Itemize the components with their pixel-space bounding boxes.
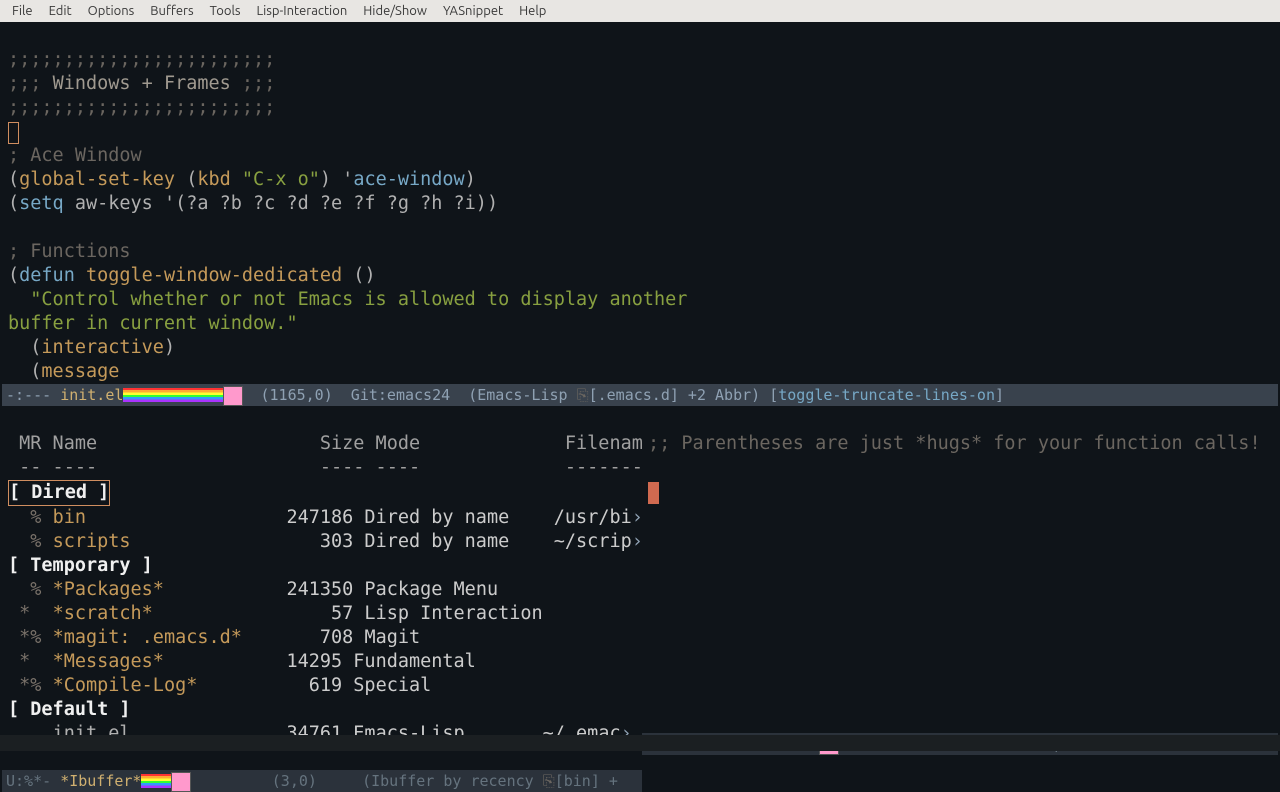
code-line: ;;; Windows + Frames ;;; — [8, 73, 275, 94]
menu-tools[interactable]: Tools — [202, 0, 249, 23]
scratch-line: ;; Parentheses are just *hugs* for your … — [648, 433, 1261, 454]
scratch-window[interactable]: ;; Parentheses are just *hugs* for your … — [642, 406, 1278, 733]
menu-buffers[interactable]: Buffers — [142, 0, 201, 23]
menu-hide-show[interactable]: Hide/Show — [355, 0, 435, 23]
code-line: (defun toggle-window-dedicated () — [8, 265, 376, 286]
modeline-ibuffer[interactable]: U:%*- *Ibuffer* (3,0) (Ibuffer by recenc… — [2, 770, 642, 792]
menu-yasnippet[interactable]: YASnippet — [435, 0, 511, 23]
menu-file[interactable]: File — [4, 0, 41, 23]
code-line: (setq aw-keys '(?a ?b ?c ?d ?e ?f ?g ?h … — [8, 193, 498, 214]
code-line: (interactive) — [8, 337, 175, 358]
code-line: ;;;;;;;;;;;;;;;;;;;;;;;; — [8, 49, 275, 70]
cursor — [8, 122, 19, 144]
ibuffer-row[interactable]: *% *magit: .emacs.d* 708 Magit — [8, 627, 420, 648]
cursor — [648, 482, 659, 504]
code-line: (message — [8, 361, 119, 382]
nyan-cat-icon — [141, 774, 181, 788]
code-window-init-el[interactable]: ;;;;;;;;;;;;;;;;;;;;;;;; ;;; Windows + F… — [2, 22, 1278, 384]
ibuffer-header: MR Name Size Mode Filenam — [8, 433, 642, 454]
ibuffer-row[interactable]: % *Packages* 241350 Package Menu — [8, 579, 498, 600]
menu-bar: File Edit Options Buffers Tools Lisp-Int… — [0, 0, 1280, 22]
code-line: (global-set-key (kbd "C-x o") 'ace-windo… — [8, 169, 476, 190]
code-line: buffer in current window." — [8, 313, 298, 334]
ibuffer-group[interactable]: [ Temporary ] — [8, 555, 153, 576]
menu-help[interactable]: Help — [511, 0, 554, 23]
desktop-strip — [0, 735, 1280, 751]
ibuffer-row[interactable]: * *Messages* 14295 Fundamental — [8, 651, 476, 672]
ibuffer-row[interactable]: *% *Compile-Log* 619 Special — [8, 675, 431, 696]
menu-edit[interactable]: Edit — [41, 0, 80, 23]
ibuffer-group[interactable]: [ Default ] — [8, 699, 131, 720]
code-line: ;;;;;;;;;;;;;;;;;;;;;;;; — [8, 97, 275, 118]
ibuffer-row[interactable]: % bin 247186 Dired by name /usr/bi› — [8, 507, 642, 528]
menu-options[interactable]: Options — [80, 0, 143, 23]
code-line: ; Ace Window — [8, 145, 142, 166]
ibuffer-cursor: [ Dired ] — [8, 480, 110, 506]
modeline-init-el[interactable]: -:--- init.el (1165,0) Git:emacs24 (Emac… — [2, 384, 1278, 406]
code-line: ; Functions — [8, 241, 131, 262]
menu-lisp-interaction[interactable]: Lisp-Interaction — [249, 0, 356, 23]
ibuffer-window[interactable]: MR Name Size Mode Filenam› -- ---- ---- … — [2, 406, 642, 770]
ibuffer-separator: -- ---- ---- ---- ------- — [8, 457, 642, 478]
nyan-cat-icon — [123, 388, 233, 402]
ibuffer-row[interactable]: * *scratch* 57 Lisp Interaction — [8, 603, 543, 624]
modeline-buffer-name: init.el — [60, 384, 123, 406]
code-line: "Control whether or not Emacs is allowed… — [8, 289, 687, 310]
ibuffer-row[interactable]: % scripts 303 Dired by name ~/scrip› — [8, 531, 642, 552]
modeline-buffer-name: *Ibuffer* — [60, 770, 141, 792]
